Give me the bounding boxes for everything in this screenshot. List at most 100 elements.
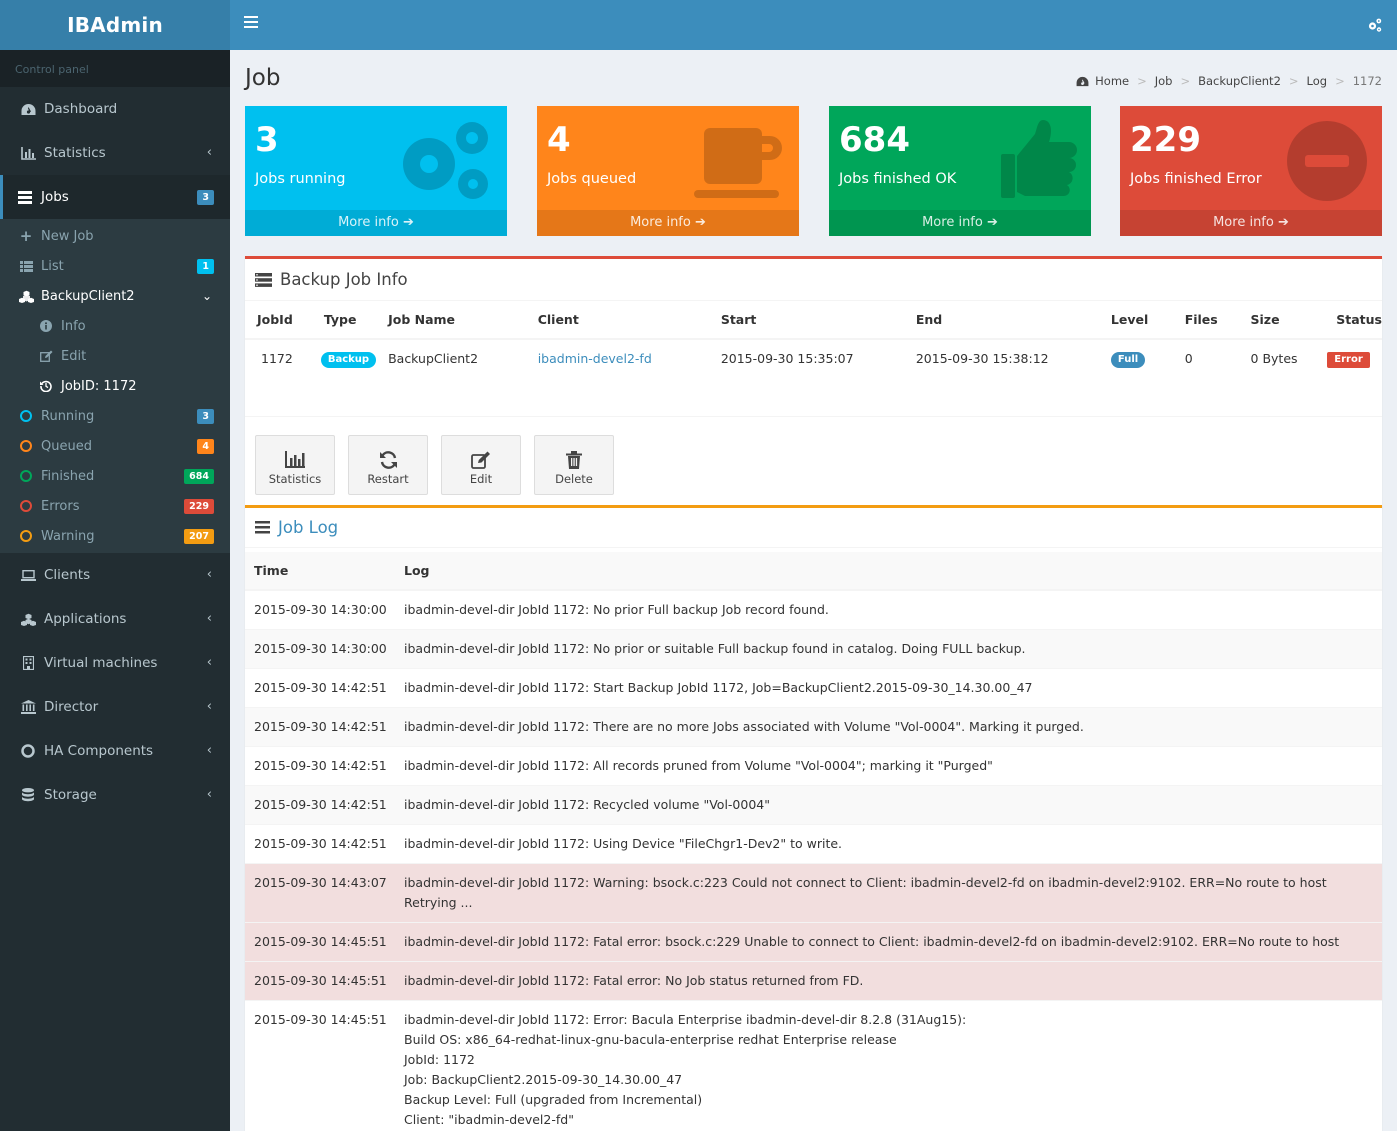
sidebar-item-label: HA Components bbox=[44, 743, 154, 759]
breadcrumb-separator: > bbox=[1335, 74, 1345, 88]
more-info-link[interactable]: More info ➔ bbox=[537, 210, 799, 236]
sidebar-item-jobs[interactable]: Jobs 3 bbox=[0, 175, 230, 219]
submenu-edit[interactable]: Edit bbox=[0, 341, 230, 371]
col-log: Log bbox=[395, 552, 1382, 591]
submenu-info[interactable]: Info bbox=[0, 311, 230, 341]
jobs-submenu: + New Job List 1 BackupClient2 ⌄ Info Ed… bbox=[0, 219, 230, 553]
log-time: 2015-09-30 14:30:00 bbox=[245, 629, 395, 669]
table-row: 1172 Backup BackupClient2 ibadmin-devel2… bbox=[245, 339, 1382, 377]
sidebar-item-storage[interactable]: Storage ‹ bbox=[0, 773, 230, 817]
cell-jobid: 1172 bbox=[261, 351, 293, 366]
sidebar-item-label: Director bbox=[44, 699, 99, 715]
settings-gears-icon[interactable] bbox=[1367, 17, 1383, 37]
submenu-running[interactable]: Running 3 bbox=[0, 401, 230, 431]
delete-button[interactable]: Delete bbox=[534, 435, 614, 495]
edit-icon bbox=[38, 350, 54, 362]
breadcrumb-log[interactable]: Log bbox=[1307, 74, 1328, 88]
sidebar-item-applications[interactable]: Applications ‹ bbox=[0, 597, 230, 641]
breadcrumb-job[interactable]: Job bbox=[1155, 74, 1173, 88]
arrow-circle-right-icon: ➔ bbox=[694, 215, 706, 230]
log-row-warning: 2015-09-30 14:43:07 ibadmin-devel-dir Job… bbox=[245, 863, 1382, 923]
sidebar-item-label: Dashboard bbox=[44, 101, 118, 117]
finished-count-badge: 684 bbox=[184, 469, 214, 484]
stat-value: 4 bbox=[547, 120, 571, 160]
chevron-left-icon: ‹ bbox=[206, 567, 212, 582]
col-status: Status bbox=[1324, 301, 1382, 340]
submenu-warning[interactable]: Warning 207 bbox=[0, 521, 230, 553]
submenu-jobid[interactable]: JobID: 1172 bbox=[0, 371, 230, 401]
circle-icon bbox=[18, 530, 34, 542]
log-message: ibadmin-devel-dir JobId 1172: All record… bbox=[395, 746, 1382, 786]
col-jobid: JobId bbox=[245, 301, 312, 340]
cell-start: 2015-09-30 15:35:07 bbox=[720, 351, 854, 366]
log-row: 2015-09-30 14:45:51 ibadmin-devel-dir Job… bbox=[245, 1000, 1382, 1131]
breadcrumb-home[interactable]: Home bbox=[1095, 74, 1129, 88]
history-icon bbox=[38, 380, 54, 392]
sidebar-item-dashboard[interactable]: Dashboard bbox=[0, 87, 230, 131]
cell-job-name: BackupClient2 bbox=[388, 351, 479, 366]
sidebar-item-label: Clients bbox=[44, 567, 91, 583]
bank-icon bbox=[20, 700, 36, 714]
statistics-button[interactable]: Statistics bbox=[255, 435, 335, 495]
stat-box-finished-error: 229 Jobs finished Error More info ➔ bbox=[1120, 106, 1382, 236]
plus-icon: + bbox=[19, 227, 33, 245]
sidebar-item-statistics[interactable]: Statistics ‹ bbox=[0, 131, 230, 175]
laptop-icon bbox=[20, 569, 36, 581]
minus-circle-icon bbox=[1287, 121, 1367, 201]
submenu-new-job[interactable]: + New Job bbox=[0, 219, 230, 251]
log-message: ibadmin-devel-dir JobId 1172: Fatal erro… bbox=[395, 961, 1382, 1001]
box-header: Backup Job Info bbox=[245, 259, 1382, 301]
list-count-badge: 1 bbox=[197, 259, 214, 274]
cell-size: 0 Bytes bbox=[1250, 351, 1298, 366]
sidebar-item-clients[interactable]: Clients ‹ bbox=[0, 553, 230, 597]
more-info-link[interactable]: More info ➔ bbox=[1120, 210, 1382, 236]
more-info-label: More info bbox=[630, 215, 691, 230]
status-label: Error bbox=[1327, 351, 1370, 368]
jobs-count-badge: 3 bbox=[197, 190, 214, 205]
button-label: Edit bbox=[469, 472, 493, 486]
stat-label: Jobs queued bbox=[547, 171, 637, 187]
info-icon bbox=[38, 320, 54, 332]
log-message: ibadmin-devel-dir JobId 1172: Start Back… bbox=[395, 668, 1382, 708]
submenu-label: JobID: 1172 bbox=[61, 378, 137, 394]
sidebar-item-label: Virtual machines bbox=[44, 655, 158, 671]
more-info-link[interactable]: More info ➔ bbox=[829, 210, 1091, 236]
box-title-link[interactable]: Job Log bbox=[278, 518, 338, 537]
submenu-queued[interactable]: Queued 4 bbox=[0, 431, 230, 461]
sidebar-toggle-icon[interactable] bbox=[244, 16, 258, 32]
more-info-label: More info bbox=[1213, 215, 1274, 230]
restart-button[interactable]: Restart bbox=[348, 435, 428, 495]
circle-icon bbox=[18, 410, 34, 422]
log-time: 2015-09-30 14:45:51 bbox=[245, 961, 395, 1001]
client-link[interactable]: ibadmin-devel2-fd bbox=[538, 351, 652, 366]
more-info-link[interactable]: More info ➔ bbox=[245, 210, 507, 236]
submenu-label: New Job bbox=[41, 228, 94, 244]
button-label: Delete bbox=[555, 472, 593, 486]
col-time: Time bbox=[245, 552, 395, 591]
log-message: ibadmin-devel-dir JobId 1172: There are … bbox=[395, 707, 1382, 747]
breadcrumb-backupclient2[interactable]: BackupClient2 bbox=[1198, 74, 1281, 88]
backup-job-info-box: Backup Job Info JobId Type Job Name Clie… bbox=[245, 256, 1382, 508]
submenu-backupclient2[interactable]: BackupClient2 ⌄ bbox=[0, 281, 230, 311]
chevron-left-icon: ‹ bbox=[206, 655, 212, 670]
server-icon bbox=[255, 272, 272, 287]
submenu-list[interactable]: List 1 bbox=[0, 251, 230, 281]
col-end: End bbox=[903, 301, 1099, 340]
submenu-label: List bbox=[41, 258, 64, 274]
log-message: ibadmin-devel-dir JobId 1172: Using Devi… bbox=[395, 824, 1382, 864]
edit-button[interactable]: Edit bbox=[441, 435, 521, 495]
app-logo[interactable]: IBAdmin bbox=[0, 0, 230, 50]
sidebar-item-virtual-machines[interactable]: Virtual machines ‹ bbox=[0, 641, 230, 685]
stat-box-queued: 4 Jobs queued More info ➔ bbox=[537, 106, 799, 236]
sidebar-item-director[interactable]: Director ‹ bbox=[0, 685, 230, 729]
arrow-circle-right-icon: ➔ bbox=[986, 215, 998, 230]
arrow-circle-right-icon: ➔ bbox=[402, 215, 414, 230]
chevron-left-icon: ‹ bbox=[206, 787, 212, 802]
submenu-errors[interactable]: Errors 229 bbox=[0, 491, 230, 521]
sidebar-item-ha-components[interactable]: HA Components ‹ bbox=[0, 729, 230, 773]
more-info-label: More info bbox=[922, 215, 983, 230]
chevron-left-icon: ‹ bbox=[206, 699, 212, 714]
log-row: 2015-09-30 14:42:51 ibadmin-devel-dir Job… bbox=[245, 824, 1382, 864]
submenu-finished[interactable]: Finished 684 bbox=[0, 461, 230, 491]
stat-box-running: 3 Jobs running More info ➔ bbox=[245, 106, 507, 236]
